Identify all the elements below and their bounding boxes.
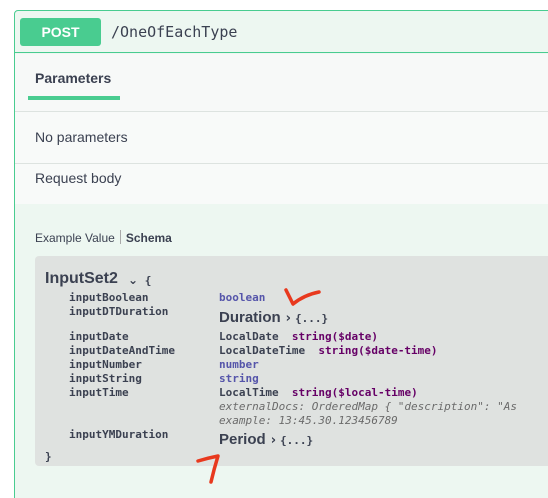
prop-name: inputTime	[69, 386, 129, 399]
open-brace: {	[144, 274, 152, 287]
external-docs-text: externalDocs: OrderedMap { "description"…	[219, 400, 518, 413]
close-brace: }	[45, 450, 52, 463]
prop-model-ref[interactable]: Period › {...}	[219, 431, 313, 448]
type-format: string($date)	[291, 330, 378, 343]
collapsed-braces: {...}	[280, 434, 314, 447]
operation-block: POST /OneOfEachType Parameters No parame…	[14, 10, 548, 498]
tab-divider	[119, 230, 121, 244]
prop-type: LocalDateTime string($date-time)	[219, 344, 438, 357]
type-format: string($date-time)	[318, 344, 438, 357]
prop-model-ref[interactable]: Duration › {...}	[219, 309, 328, 326]
type-label: boolean	[219, 291, 266, 304]
prop-name: inputNumber	[69, 358, 142, 371]
model-name: InputSet2	[45, 270, 118, 287]
prop-name: inputYMDuration	[69, 428, 169, 441]
request-body-label: Request body	[35, 170, 122, 186]
prop-type: boolean	[219, 291, 265, 304]
collapsed-braces: {...}	[295, 312, 329, 325]
model-ref-name: Duration	[219, 309, 281, 326]
type-label: LocalDate	[219, 330, 279, 343]
chevron-right-icon: ›	[285, 311, 292, 326]
property-example: example: 13:45.30.123456789	[219, 414, 398, 427]
type-label: number	[219, 358, 259, 371]
chevron-down-icon: ⌄	[128, 273, 139, 287]
request-body-content: Example Value Schema InputSet2 ⌄ { inputB…	[15, 206, 548, 498]
prop-name: inputString	[69, 372, 142, 385]
parameters-tab-header: Parameters	[15, 54, 548, 112]
operation-path: /OneOfEachType	[111, 23, 238, 41]
model-tabs: Example Value Schema	[35, 230, 172, 245]
no-parameters-text: No parameters	[35, 129, 128, 145]
tab-schema[interactable]: Schema	[126, 231, 172, 245]
type-format: string($local-time)	[291, 386, 418, 399]
prop-type: string	[219, 372, 259, 385]
model-ref-name: Period	[219, 431, 266, 448]
model-expand-toggle[interactable]: ⌄ {	[128, 273, 151, 287]
prop-name: inputBoolean	[69, 291, 149, 304]
prop-name: inputDate	[69, 330, 129, 343]
type-label: string	[219, 372, 259, 385]
request-body-header: Request body	[15, 164, 548, 204]
prop-type: LocalDate string($date)	[219, 330, 378, 343]
active-tab-indicator	[28, 96, 120, 100]
tab-example-value[interactable]: Example Value	[35, 231, 115, 245]
type-label: LocalDateTime	[219, 344, 306, 357]
prop-type: number	[219, 358, 259, 371]
prop-name: inputDateAndTime	[69, 344, 175, 357]
prop-type: LocalTime string($local-time)	[219, 386, 418, 399]
example-text: example: 13:45.30.123456789	[219, 414, 398, 427]
schema-model-box: InputSet2 ⌄ { inputBoolean boolean input…	[35, 256, 548, 466]
external-docs: externalDocs: OrderedMap { "description"…	[219, 400, 517, 413]
method-badge: POST	[20, 18, 101, 46]
prop-name: inputDTDuration	[69, 305, 169, 318]
parameters-section: No parameters	[15, 112, 548, 164]
type-label: LocalTime	[219, 386, 279, 399]
chevron-right-icon: ›	[270, 433, 277, 448]
operation-summary[interactable]: POST /OneOfEachType	[15, 11, 548, 53]
tab-parameters[interactable]: Parameters	[35, 70, 111, 86]
